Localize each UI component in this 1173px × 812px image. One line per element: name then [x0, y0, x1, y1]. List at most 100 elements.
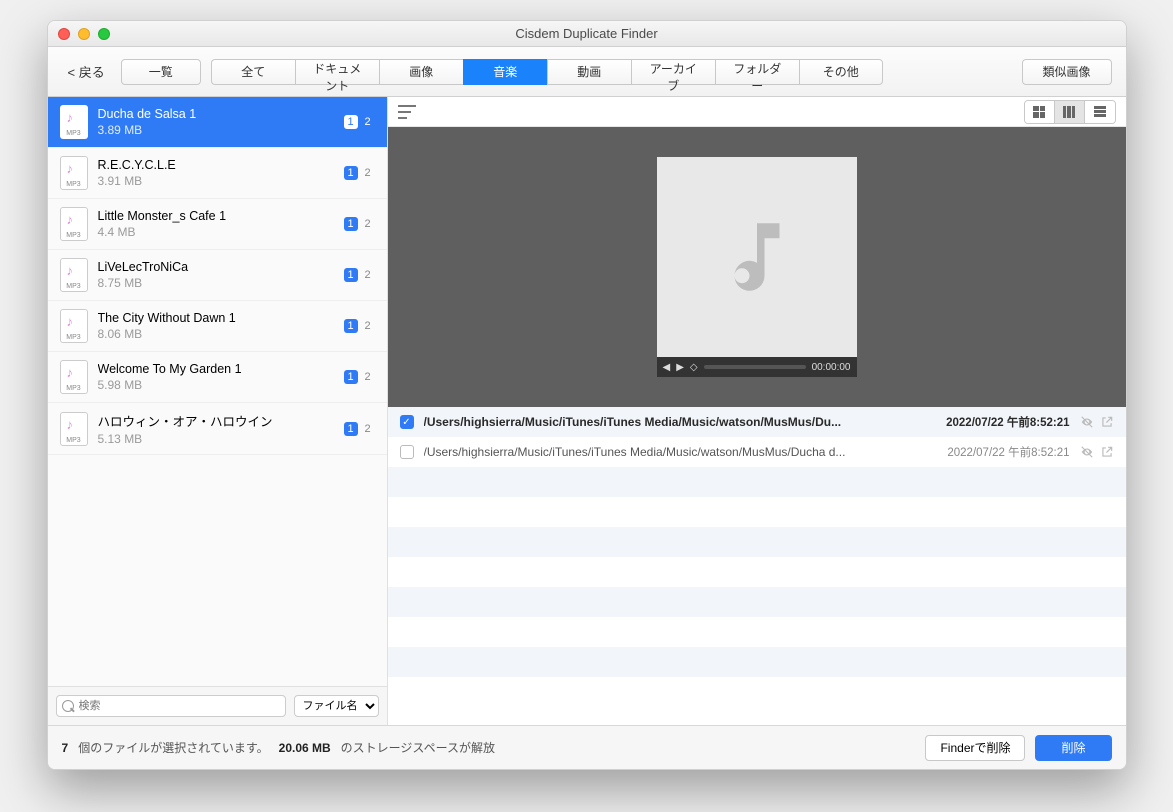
play-icon[interactable]: ▶	[676, 362, 684, 373]
empty-row	[388, 647, 1126, 677]
tab-7[interactable]: その他	[799, 59, 883, 85]
empty-row	[388, 677, 1126, 707]
list-item[interactable]: ♪The City Without Dawn 18.06 MB12	[48, 301, 387, 352]
mp3-file-icon: ♪	[60, 258, 88, 292]
empty-row	[388, 617, 1126, 647]
tab-0[interactable]: 全て	[211, 59, 295, 85]
app-window: Cisdem Duplicate Finder < 戻る 一覧 全てドキュメント…	[47, 20, 1127, 770]
file-date: 2022/07/22 午前8:52:21	[947, 444, 1069, 460]
count-selected-badge: 1	[344, 166, 358, 180]
count-total-badge: 2	[361, 370, 375, 384]
file-name: Ducha de Salsa 1	[98, 107, 334, 121]
count-selected-badge: 1	[344, 370, 358, 384]
tab-4[interactable]: 動画	[547, 59, 631, 85]
overview-button[interactable]: 一覧	[121, 59, 201, 85]
file-size: 5.98 MB	[98, 378, 334, 392]
volume-icon[interactable]: ◀	[663, 362, 671, 373]
open-external-icon[interactable]	[1100, 415, 1114, 429]
preview-area: ◀ ▶ ◇ 00:00:00	[388, 127, 1126, 407]
music-note-icon	[712, 212, 802, 302]
sidebar-footer: ファイル名	[48, 686, 387, 725]
file-name: The City Without Dawn 1	[98, 311, 334, 325]
count-total-badge: 2	[361, 166, 375, 180]
sort-select[interactable]: ファイル名	[294, 695, 379, 717]
count-total-badge: 2	[361, 268, 375, 282]
seek-track[interactable]	[704, 365, 806, 369]
category-tabs: 全てドキュメント画像音楽動画アーカイブフォルダーその他	[211, 59, 883, 85]
empty-row	[388, 587, 1126, 617]
search-input-wrap	[56, 695, 286, 717]
file-name: R.E.C.Y.C.L.E	[98, 158, 334, 172]
selected-count-suffix: 個のファイルが選択されています。	[78, 739, 268, 756]
file-name: Welcome To My Garden 1	[98, 362, 334, 376]
tab-3[interactable]: 音楽	[463, 59, 547, 85]
file-name: Little Monster_s Cafe 1	[98, 209, 334, 223]
row-checkbox[interactable]	[400, 445, 414, 459]
file-path: /Users/highsierra/Music/iTunes/iTunes Me…	[424, 445, 938, 459]
sort-icon[interactable]	[398, 105, 416, 119]
view-columns-button[interactable]	[1055, 101, 1085, 123]
marker-icon: ◇	[690, 362, 698, 373]
tab-2[interactable]: 画像	[379, 59, 463, 85]
count-selected-badge: 1	[344, 115, 358, 129]
open-external-icon[interactable]	[1100, 445, 1114, 459]
file-list: ♪Ducha de Salsa 13.89 MB12♪R.E.C.Y.C.L.E…	[48, 97, 387, 686]
mp3-file-icon: ♪	[60, 309, 88, 343]
file-date: 2022/07/22 午前8:52:21	[946, 414, 1069, 430]
empty-row	[388, 557, 1126, 587]
main-toolbar	[388, 97, 1126, 127]
count-selected-badge: 1	[344, 217, 358, 231]
freed-size-suffix: のストレージスペースが解放	[341, 739, 495, 756]
preview-card: ◀ ▶ ◇ 00:00:00	[657, 157, 857, 377]
list-item[interactable]: ♪Ducha de Salsa 13.89 MB12	[48, 97, 387, 148]
audio-player[interactable]: ◀ ▶ ◇ 00:00:00	[657, 357, 857, 377]
row-checkbox[interactable]: ✓	[400, 415, 414, 429]
file-size: 5.13 MB	[98, 432, 334, 446]
list-item[interactable]: ♪LiVeLecTroNiCa8.75 MB12	[48, 250, 387, 301]
search-input[interactable]	[56, 695, 286, 717]
tab-1[interactable]: ドキュメント	[295, 59, 379, 85]
list-item[interactable]: ♪Little Monster_s Cafe 14.4 MB12	[48, 199, 387, 250]
selected-count: 7	[62, 741, 69, 755]
list-item[interactable]: ♪ Welcome To My Garden 1 5.98 MB 12	[48, 352, 387, 403]
view-list-button[interactable]	[1085, 101, 1115, 123]
file-size: 8.75 MB	[98, 276, 334, 290]
file-size: 3.91 MB	[98, 174, 334, 188]
hidden-icon[interactable]	[1080, 415, 1094, 429]
duplicate-row[interactable]: /Users/highsierra/Music/iTunes/iTunes Me…	[388, 437, 1126, 467]
mp3-file-icon: ♪	[60, 156, 88, 190]
file-name: LiVeLecTroNiCa	[98, 260, 334, 274]
view-mode-segment	[1024, 100, 1116, 124]
file-path: /Users/highsierra/Music/iTunes/iTunes Me…	[424, 415, 937, 429]
toolbar: < 戻る 一覧 全てドキュメント画像音楽動画アーカイブフォルダーその他 類似画像	[48, 47, 1126, 97]
album-art-placeholder	[657, 157, 857, 357]
empty-row	[388, 497, 1126, 527]
list-item[interactable]: ♪ハロウィン・オア・ハロウイン5.13 MB12	[48, 403, 387, 455]
file-size: 4.4 MB	[98, 225, 334, 239]
count-selected-badge: 1	[344, 319, 358, 333]
window-title: Cisdem Duplicate Finder	[48, 26, 1126, 41]
sidebar: ♪Ducha de Salsa 13.89 MB12♪R.E.C.Y.C.L.E…	[48, 97, 388, 725]
mp3-file-icon: ♪	[60, 412, 88, 446]
list-item[interactable]: ♪ R.E.C.Y.C.L.E 3.91 MB 12	[48, 148, 387, 199]
empty-row	[388, 467, 1126, 497]
empty-row	[388, 527, 1126, 557]
hidden-icon[interactable]	[1080, 445, 1094, 459]
time-label: 00:00:00	[812, 362, 851, 373]
view-grid-button[interactable]	[1025, 101, 1055, 123]
count-total-badge: 2	[361, 422, 375, 436]
status-bar: 7 個のファイルが選択されています。 20.06 MB のストレージスペースが解…	[48, 725, 1126, 769]
delete-button[interactable]: 削除	[1035, 735, 1111, 761]
duplicate-list: ✓ /Users/highsierra/Music/iTunes/iTunes M…	[388, 407, 1126, 725]
similar-images-button[interactable]: 類似画像	[1022, 59, 1112, 85]
main-body: ♪Ducha de Salsa 13.89 MB12♪R.E.C.Y.C.L.E…	[48, 97, 1126, 725]
duplicate-row[interactable]: ✓ /Users/highsierra/Music/iTunes/iTunes M…	[388, 407, 1126, 437]
mp3-file-icon: ♪	[60, 360, 88, 394]
file-size: 3.89 MB	[98, 123, 334, 137]
tab-6[interactable]: フォルダー	[715, 59, 799, 85]
main-panel: ◀ ▶ ◇ 00:00:00 ✓ /Users/highsierra/Music/…	[388, 97, 1126, 725]
tab-5[interactable]: アーカイブ	[631, 59, 715, 85]
delete-in-finder-button[interactable]: Finderで削除	[925, 735, 1025, 761]
freed-size: 20.06 MB	[279, 741, 331, 755]
back-button[interactable]: < 戻る	[62, 58, 111, 85]
